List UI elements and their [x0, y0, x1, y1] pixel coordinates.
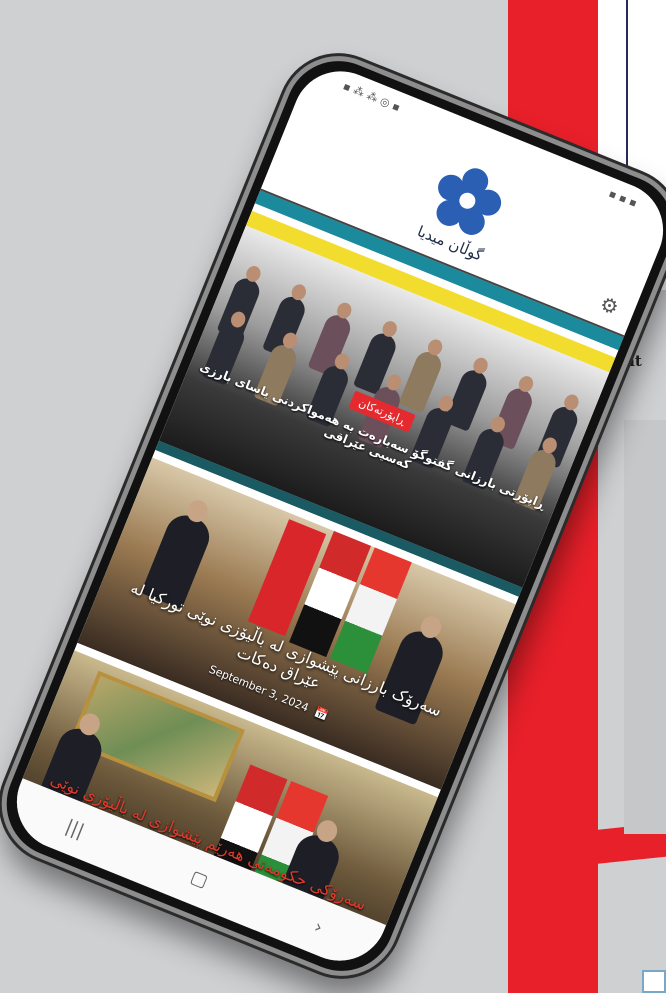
recent-apps-icon[interactable]: ||| — [63, 815, 88, 841]
calendar-icon: 📅 — [312, 705, 331, 723]
right-panel — [624, 420, 666, 834]
bottom-corner-box — [642, 970, 666, 993]
home-icon[interactable]: ▢ — [188, 866, 212, 892]
back-icon[interactable]: › — [311, 916, 326, 938]
gear-icon[interactable]: ⚙ — [597, 291, 623, 320]
status-icons-right: ▪ ▪ ▪ — [607, 186, 640, 210]
